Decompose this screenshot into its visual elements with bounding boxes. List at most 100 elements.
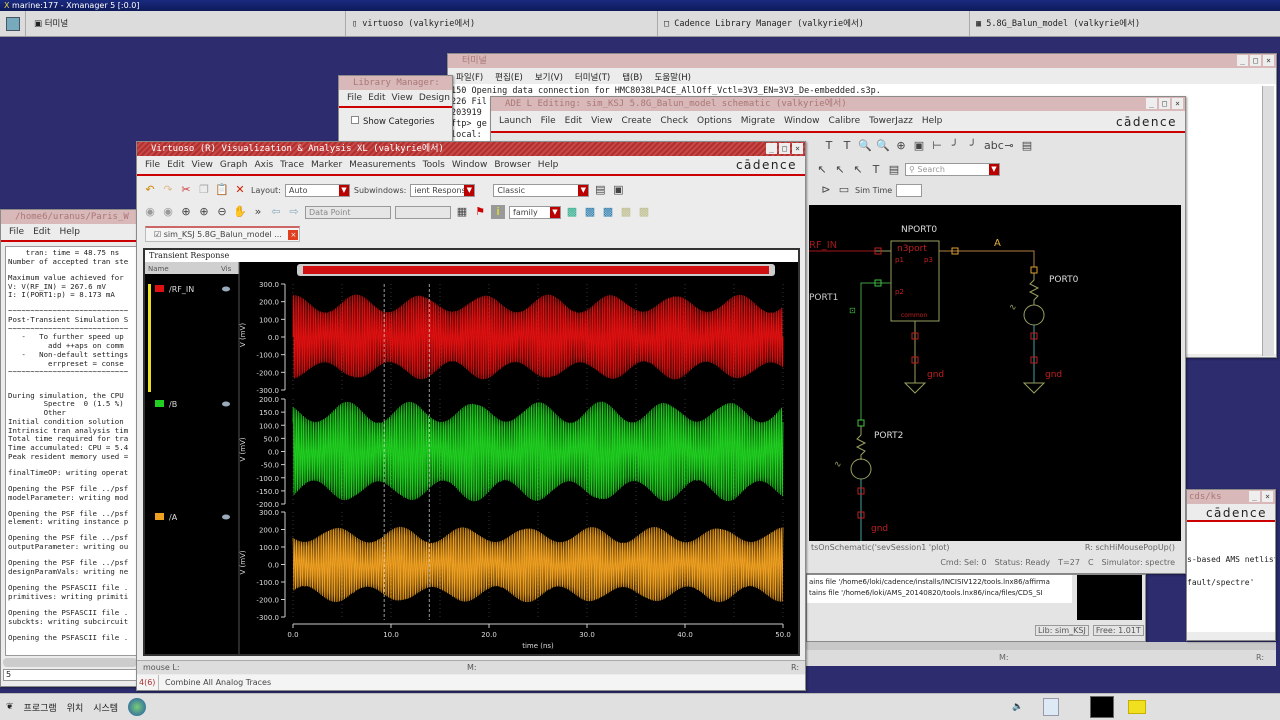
marker-value-field[interactable] [395,205,451,219]
log-command-input[interactable]: 5 [3,669,137,681]
undo-icon[interactable]: ↶ [143,183,157,197]
zoom-fit-icon[interactable]: ⊕ [894,139,908,153]
refresh-icon[interactable]: ◉ [161,205,175,219]
text-down-icon[interactable]: T [840,139,854,153]
paste-icon[interactable]: 📋 [215,183,229,197]
ade-menu-item[interactable]: Window [784,116,820,126]
zoom-in-icon[interactable]: ⊕ [179,205,193,219]
trace-icon-2[interactable]: ▩ [583,205,597,219]
volume-muted-icon[interactable]: 🔈 [1012,702,1023,712]
chevron-down-icon[interactable]: ▼ [989,164,999,175]
ade-menu-item[interactable]: Options [697,116,732,126]
web-browser-icon[interactable] [128,698,147,716]
visibility-eye-icon[interactable] [222,514,230,520]
more-icon[interactable]: » [251,205,265,219]
library-manager-titlebar[interactable]: Library Manager: [339,76,452,90]
text-up-icon[interactable]: T [822,139,836,153]
property-icon[interactable]: ▤ [1020,139,1034,153]
family-select[interactable]: family ▼ [509,205,561,219]
viva-menu-item[interactable]: Browser [494,160,530,170]
ade-menu-item[interactable]: File [541,116,556,126]
zoom-in-icon[interactable]: 🔍 [858,139,872,153]
terminal-menu-item[interactable]: 도움말(H) [655,71,691,83]
hierarchy-icon[interactable]: ▤ [887,163,901,177]
wire-wide-icon[interactable]: ╯ [966,139,980,153]
ade-menu-item[interactable]: Calibre [829,116,861,126]
log-titlebar[interactable]: /home6/uranus/Paris_W [1,210,139,224]
viva-menu-item[interactable]: Axis [254,160,273,170]
viva-titlebar[interactable]: Virtuoso (R) Visualization & Analysis XL… [137,142,805,156]
zoom-box-icon[interactable]: ▣ [912,139,926,153]
forward-icon[interactable]: ⇨ [287,205,301,219]
terminal-titlebar[interactable]: 터미널 _ □ × [448,54,1276,68]
show-categories-checkbox[interactable]: Show Categories [339,108,452,135]
task-virtuoso[interactable]: ▯ virtuoso (valkyrie에서) [346,11,658,36]
minimize-icon[interactable]: _ [1146,98,1157,109]
ade-titlebar[interactable]: ADE L Editing: sim_KSJ 5.8G_Balun_model … [491,97,1185,111]
sim-time-icon[interactable]: ▭ [837,183,851,197]
label-icon[interactable]: abc [984,139,1004,153]
close-icon[interactable]: × [1262,491,1273,502]
ade-menu-item[interactable]: Migrate [741,116,775,126]
menu-item[interactable]: Help [60,227,81,237]
ade-menu-item[interactable]: Help [922,116,943,126]
close-icon[interactable]: × [1263,55,1274,66]
add-instance-icon[interactable]: ⊢ [930,139,944,153]
maximize-icon[interactable]: □ [1159,98,1170,109]
back-icon[interactable]: ⇦ [269,205,283,219]
trace-icon-3[interactable]: ▩ [601,205,615,219]
graph-style-select[interactable]: Classic ▼ [493,183,590,197]
ade-menu-item[interactable]: Edit [565,116,582,126]
menu-item[interactable]: View [392,93,413,103]
places-menu[interactable]: 위치 [67,701,84,714]
notes-icon[interactable] [1128,700,1146,714]
ciw-output[interactable]: ains file '/home6/loki/cadence/installs/… [807,575,1072,603]
net-label-a[interactable]: A [994,238,1001,249]
terminal-menu-item[interactable]: 파일(F) [456,71,483,83]
horizontal-scrollbar[interactable] [806,642,1276,650]
viva-menu-item[interactable]: Measurements [349,160,415,170]
info-icon[interactable]: i [491,205,505,219]
terminal-menu-item[interactable]: 탭(B) [622,71,642,83]
zoom-out-icon[interactable]: 🔍 [876,139,890,153]
marker-flag-icon[interactable]: ⚑ [473,205,487,219]
schematic-canvas[interactable]: RF_IN PORT1 NPORT0 n3port p1 p3 p2 commo… [809,205,1181,541]
marker-type-select[interactable]: Data Point [305,205,391,219]
select-icon[interactable]: ↖ [815,163,829,177]
terminal-scrollbar[interactable] [1262,86,1274,356]
stop-icon[interactable]: ◉ [143,205,157,219]
calculator-icon[interactable]: ▦ [455,205,469,219]
trace-icon-1[interactable]: ▩ [565,205,579,219]
probe-icon[interactable]: ↖ [851,163,865,177]
close-tab-icon[interactable]: × [288,230,299,240]
log-output[interactable]: tran: time = 48.75 ns Number of accepted … [5,246,137,656]
viva-menu-item[interactable]: Window [452,160,488,170]
cds-titlebar[interactable]: cds/ks _ × [1187,490,1275,504]
port0-source-symbol[interactable] [1023,304,1045,326]
port2-source-symbol[interactable] [850,458,872,480]
viva-menu-item[interactable]: File [145,160,160,170]
close-window-icon[interactable]: ▣ [611,183,625,197]
task-terminal[interactable]: ▣ 터미널 [26,11,346,36]
delete-icon[interactable]: ✕ [233,183,247,197]
viva-menu-item[interactable]: Help [538,160,559,170]
wire-icon[interactable]: ╯ [948,139,962,153]
menu-item[interactable]: Design [419,93,450,103]
menu-item[interactable]: File [347,93,362,103]
viva-menu-item[interactable]: Graph [220,160,248,170]
viva-menu-item[interactable]: Edit [167,160,184,170]
menu-item[interactable]: Edit [33,227,50,237]
workspace-switcher[interactable] [1090,696,1114,718]
viva-menu-item[interactable]: Trace [280,160,304,170]
visibility-eye-icon[interactable] [222,401,230,407]
maximize-icon[interactable]: □ [779,143,790,154]
system-menu[interactable]: 시스템 [93,701,118,714]
ade-menu-item[interactable]: Check [660,116,688,126]
viva-menu-item[interactable]: Marker [311,160,342,170]
terminal-menu-item[interactable]: 편집(E) [495,71,523,83]
pan-icon[interactable]: ✋ [233,205,247,219]
select-area-icon[interactable]: ↖ [833,163,847,177]
redo-icon[interactable]: ↷ [161,183,175,197]
applications-menu[interactable]: 프로그램 [24,701,57,714]
task-library-manager[interactable]: □ Cadence Library Manager (valkyrie에서) [658,11,970,36]
